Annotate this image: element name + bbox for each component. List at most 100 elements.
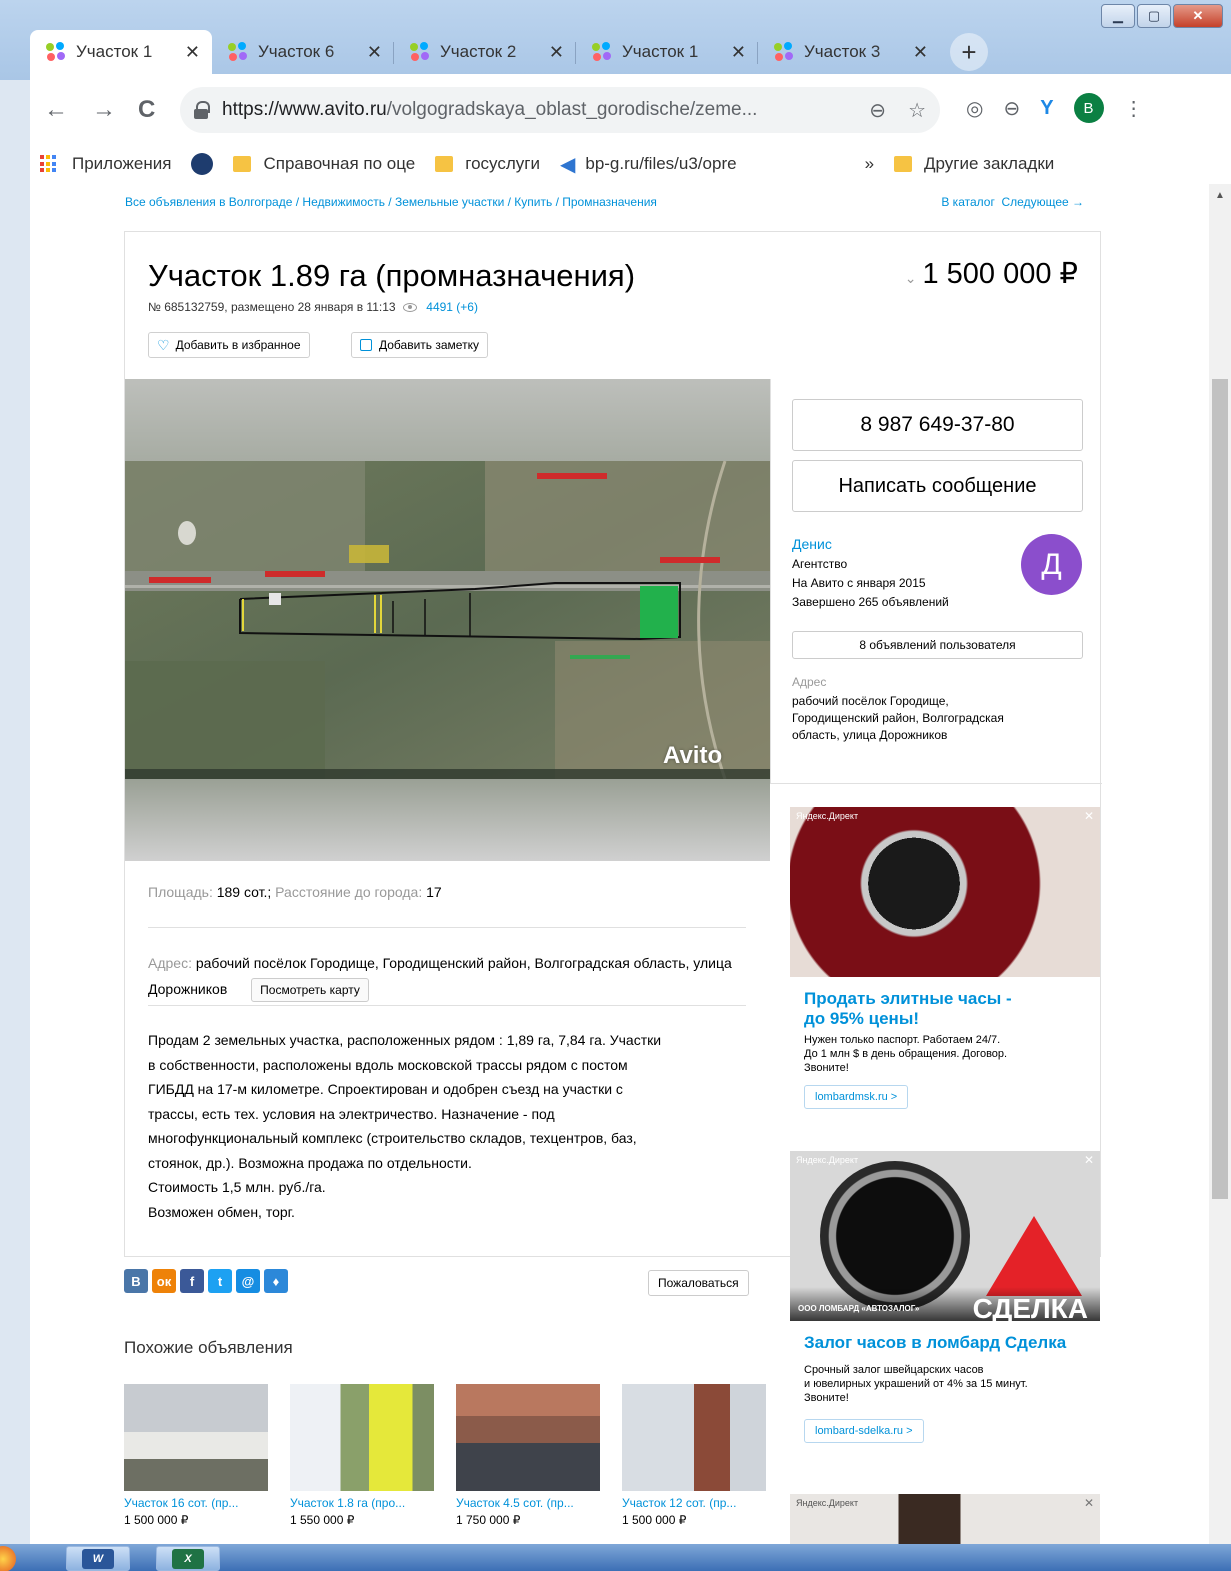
ad-close-icon[interactable]: ✕ xyxy=(1084,809,1094,823)
ad-body: Срочный залог швейцарских часов и ювелирн… xyxy=(804,1364,1028,1404)
ad-image[interactable]: Яндекс.Директ ✕ xyxy=(790,807,1100,977)
add-favorite-button[interactable]: ♡ Добавить в избранное xyxy=(148,332,310,358)
ad-link[interactable]: lombardmsk.ru > xyxy=(804,1085,909,1109)
mailru-share-icon[interactable]: @ xyxy=(236,1269,260,1293)
url-text: https://www.avito.ru/volgogradskaya_obla… xyxy=(222,99,758,120)
yandex-icon[interactable]: Y xyxy=(1040,97,1053,120)
note-icon xyxy=(360,339,372,351)
taskbar-word[interactable]: W xyxy=(66,1546,130,1571)
ok-share-icon[interactable]: ок xyxy=(152,1269,176,1293)
ad-banner[interactable]: Яндекс.Директ ✕ ООО ЛОМБАРД «АВТОЗАЛОГ» … xyxy=(790,1151,1100,1443)
vk-share-icon[interactable]: B xyxy=(124,1269,148,1293)
menu-kebab-icon[interactable]: ⋮ xyxy=(1124,96,1144,121)
seller-ads-button[interactable]: 8 объявлений пользователя xyxy=(792,631,1083,659)
bookmark-reference[interactable]: Справочная по оце xyxy=(233,154,415,174)
facebook-share-icon[interactable]: f xyxy=(180,1269,204,1293)
new-tab-button[interactable]: + xyxy=(950,33,988,71)
sync-icon[interactable]: ⊖ xyxy=(1003,96,1020,121)
price[interactable]: ⌄ 1 500 000 ₽ xyxy=(905,256,1078,291)
address-bar[interactable]: https://www.avito.ru/volgogradskaya_obla… xyxy=(180,87,940,133)
catalog-link[interactable]: В каталог xyxy=(941,195,994,209)
similar-item[interactable]: Участок 4.5 сот. (пр... 1 750 000 ₽ xyxy=(456,1384,600,1527)
write-message-button[interactable]: Написать сообщение xyxy=(792,460,1083,512)
ad-close-icon[interactable]: ✕ xyxy=(1084,1496,1094,1510)
ad-link[interactable]: lombard-sdelka.ru > xyxy=(804,1419,924,1443)
next-link[interactable]: Следующее → xyxy=(1002,195,1085,209)
forward-icon[interactable]: → xyxy=(92,92,116,128)
bookmark-apps[interactable]: Приложения xyxy=(30,154,171,174)
bookmark-star-icon[interactable]: ☆ xyxy=(908,98,926,123)
tab-2[interactable]: Участок 2 ✕ xyxy=(394,30,576,74)
folder-icon xyxy=(435,156,454,172)
bookmark-bpg[interactable]: ◀ bp-g.ru/files/u3/opre xyxy=(560,152,737,177)
ad-banner[interactable]: Яндекс.Директ ✕ xyxy=(790,1494,1100,1544)
site-favicon-icon xyxy=(191,153,214,175)
page-content: Все объявления в Волгограде / Недвижимос… xyxy=(30,184,1209,1544)
tab-close-icon[interactable]: ✕ xyxy=(549,42,564,63)
extension-icon[interactable]: ◎ xyxy=(966,96,983,121)
bookmark-site[interactable] xyxy=(191,153,214,175)
profile-avatar[interactable]: B xyxy=(1073,93,1104,123)
avatar[interactable]: Д xyxy=(1021,534,1082,595)
scroll-up-icon[interactable]: ▲ xyxy=(1215,190,1225,201)
bookmark-gosuslugi[interactable]: госуслуги xyxy=(435,154,540,174)
divider xyxy=(148,927,746,928)
tab-close-icon[interactable]: ✕ xyxy=(731,42,746,63)
bookmark-other[interactable]: Другие закладки xyxy=(894,154,1054,174)
show-map-button[interactable]: Посмотреть карту xyxy=(251,978,369,1002)
eye-icon xyxy=(402,303,417,313)
tab-close-icon[interactable]: ✕ xyxy=(913,42,928,63)
phone-button[interactable]: 8 987 649-37-80 xyxy=(792,399,1083,451)
similar-thumb[interactable] xyxy=(290,1384,434,1491)
listing-photo[interactable]: Avito xyxy=(125,379,770,861)
add-note-button[interactable]: Добавить заметку xyxy=(351,332,488,358)
reload-icon[interactable]: C xyxy=(138,92,155,128)
breadcrumb[interactable]: Все объявления в Волгограде / Недвижимос… xyxy=(125,195,657,209)
scroll-thumb[interactable] xyxy=(1212,379,1228,1199)
tab-label: Участок 3 xyxy=(804,42,881,61)
ad-tag: Яндекс.Директ xyxy=(796,1498,859,1508)
tab-label: Участок 6 xyxy=(258,42,335,61)
folder-icon xyxy=(894,156,913,172)
twitter-share-icon[interactable]: t xyxy=(208,1269,232,1293)
zoom-icon[interactable]: ⊖ xyxy=(869,98,886,123)
close-window-button[interactable]: ✕ xyxy=(1173,4,1223,28)
listing-params: Площадь: 189 сот.; Расстояние до города:… xyxy=(148,884,442,900)
complain-button[interactable]: Пожаловаться xyxy=(648,1270,749,1296)
taskbar-excel[interactable]: X xyxy=(156,1546,220,1571)
seller-name[interactable]: Денис xyxy=(792,536,832,552)
similar-thumb[interactable] xyxy=(622,1384,766,1491)
similar-item[interactable]: Участок 12 сот. (пр... 1 500 000 ₽ xyxy=(622,1384,766,1527)
avito-favicon-icon xyxy=(46,42,66,62)
similar-item[interactable]: Участок 1.8 га (про... 1 550 000 ₽ xyxy=(290,1384,434,1527)
tab-close-icon[interactable]: ✕ xyxy=(367,42,382,63)
avito-favicon-icon xyxy=(228,42,248,62)
similar-title: Похожие объявления xyxy=(124,1338,293,1357)
ad-image[interactable]: Яндекс.Директ ✕ ООО ЛОМБАРД «АВТОЗАЛОГ» … xyxy=(790,1151,1100,1321)
ad-tag: Яндекс.Директ xyxy=(796,1155,859,1165)
ad-close-icon[interactable]: ✕ xyxy=(1084,1153,1094,1167)
similar-thumb[interactable] xyxy=(124,1384,268,1491)
lj-share-icon[interactable]: ♦ xyxy=(264,1269,288,1293)
bookmarks-overflow[interactable]: » xyxy=(865,154,874,174)
tab-0[interactable]: Участок 1 ✕ xyxy=(30,30,212,74)
tab-close-icon[interactable]: ✕ xyxy=(185,42,200,63)
views-count: 4491 (+6) xyxy=(426,300,478,314)
tab-1[interactable]: Участок 6 ✕ xyxy=(212,30,394,74)
maximize-button[interactable]: ▢ xyxy=(1137,4,1171,28)
ad-headline[interactable]: Залог часов в ломбард Сделка xyxy=(790,1333,1100,1353)
scrollbar[interactable]: ▲ xyxy=(1209,184,1231,1544)
similar-item[interactable]: Участок 16 сот. (пр... 1 500 000 ₽ xyxy=(124,1384,268,1527)
ad-banner[interactable]: Яндекс.Директ ✕ Продать элитные часы - до… xyxy=(790,807,1100,1109)
start-button[interactable] xyxy=(0,1546,16,1571)
divider xyxy=(148,1005,746,1006)
satellite-map-image xyxy=(125,461,770,779)
back-icon[interactable]: ← xyxy=(44,92,68,128)
tab-3[interactable]: Участок 1 ✕ xyxy=(576,30,758,74)
seller-since: На Авито с января 2015 xyxy=(792,576,926,590)
tab-4[interactable]: Участок 3 ✕ xyxy=(758,30,940,74)
ad-headline[interactable]: Продать элитные часы - до 95% цены! xyxy=(790,989,1100,1029)
minimize-button[interactable]: ▁ xyxy=(1101,4,1135,28)
similar-thumb[interactable] xyxy=(456,1384,600,1491)
ad-image[interactable]: Яндекс.Директ ✕ xyxy=(790,1494,1100,1544)
